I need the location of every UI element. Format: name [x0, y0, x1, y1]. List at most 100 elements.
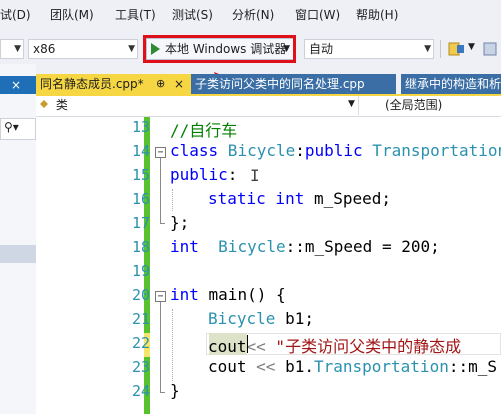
string-literal: "子类访问父类中的静态成: [265, 337, 462, 356]
toolbar-more-icon[interactable]: [482, 41, 498, 57]
code-line-22: cout<< "子类访问父类中的静态成: [208, 333, 461, 357]
tab-static-members[interactable]: 同名静态成员.cpp* ⊕ ×: [36, 74, 191, 94]
code-navigation-bar: 类 ▼ (全局范围): [36, 96, 501, 117]
solution-explorer-panel: [0, 64, 36, 414]
play-icon: [151, 43, 160, 55]
code-line-17: };: [170, 213, 189, 232]
class-name: Bicycle: [208, 309, 276, 328]
code-line-15: public:: [170, 165, 237, 184]
punctuation: :: [295, 141, 305, 160]
line-number: 22: [131, 334, 150, 352]
tab-label: 继承中的构造和析: [405, 77, 501, 91]
class-name: Transportation: [362, 141, 501, 160]
keyword: public: [304, 141, 363, 160]
platform-value: x86: [33, 42, 56, 56]
menu-test[interactable]: 测试(S): [172, 6, 213, 23]
operator: <<: [246, 337, 266, 356]
find-in-files-icon[interactable]: [448, 41, 466, 57]
menu-analyze[interactable]: 分析(N): [232, 6, 274, 23]
menu-debug[interactable]: 试(D): [0, 6, 31, 23]
scope-value: 类: [55, 98, 68, 112]
menu-help[interactable]: 帮助(H): [356, 6, 398, 23]
tab-label: 子类访问父类中的同名处理.cpp: [195, 77, 365, 91]
class-name: Bicycle: [218, 141, 296, 160]
local-debugger-button[interactable]: 本地 Windows 调试器 ▼: [146, 38, 294, 60]
ibeam-cursor-icon: I: [250, 166, 260, 185]
chevron-down-icon[interactable]: ▼: [348, 99, 355, 109]
menu-bar: 试(D) 团队(M) 工具(T) 测试(S) 分析(N) 窗口(W) 帮助(H): [0, 0, 501, 28]
identifier: b1;: [275, 309, 314, 328]
local-debugger-label: 本地 Windows 调试器: [165, 42, 287, 56]
identifier: m_Speed;: [304, 189, 392, 208]
menu-team[interactable]: 团队(M): [50, 6, 94, 23]
outline-line: [160, 302, 161, 392]
keyword: static: [208, 189, 266, 208]
editor-left-margin: [36, 117, 64, 414]
run-mode-value: 自动: [309, 42, 334, 56]
line-number: 23: [131, 358, 150, 376]
code-line-21: Bicycle b1;: [208, 309, 314, 328]
toolbar-divider: [440, 40, 441, 58]
code-line-23: cout << b1.Transportation::m_S: [208, 357, 497, 376]
member-select[interactable]: (全局范围): [358, 96, 501, 115]
line-number: 24: [131, 382, 150, 400]
menu-tools[interactable]: 工具(T): [115, 6, 156, 23]
class-icon: [40, 100, 48, 108]
code-line-13: //自行车: [170, 117, 237, 141]
close-icon[interactable]: ×: [174, 74, 184, 94]
run-mode-select[interactable]: 自动 ▼: [304, 39, 434, 59]
close-icon[interactable]: ×: [11, 76, 21, 94]
search-icon: ⚲▾: [4, 120, 19, 134]
keyword: int: [265, 189, 305, 208]
keyword: public: [170, 165, 228, 184]
comment-text: //自行车: [170, 121, 238, 140]
line-number: 18: [131, 238, 150, 256]
punctuation: };: [170, 213, 190, 232]
punctuation: }: [170, 381, 180, 400]
code-editor[interactable]: 13 14 15 16 17 18 19 20 21 22 23 24 − − …: [36, 117, 501, 414]
code-line-14: class Bicycle:public Transportation: [170, 141, 501, 160]
code-line-20: int main() {: [170, 285, 286, 304]
selected-tree-item[interactable]: [0, 245, 36, 263]
scope-select[interactable]: 类: [38, 96, 68, 115]
chevron-down-icon[interactable]: ▼: [283, 39, 290, 59]
line-number: 15: [131, 166, 150, 184]
tab-subclass-access[interactable]: 子类访问父类中的同名处理.cpp: [191, 74, 396, 94]
keyword: int: [170, 237, 199, 256]
document-tabs: 同名静态成员.cpp* ⊕ × 子类访问父类中的同名处理.cpp 继承中的构造和…: [36, 74, 501, 96]
indent-guide: [172, 189, 173, 211]
collapse-icon[interactable]: −: [155, 291, 166, 302]
line-number: 16: [131, 190, 150, 208]
outline-line: [160, 158, 161, 223]
code-line-18: int Bicycle::m_Speed = 200;: [170, 237, 440, 256]
config-select[interactable]: ▼: [0, 39, 24, 59]
code-line-24: }: [170, 381, 180, 400]
class-name: Bicycle: [198, 237, 286, 256]
chevron-down-icon[interactable]: ▼: [468, 42, 475, 52]
chevron-down-icon: ▼: [14, 44, 21, 54]
pin-icon[interactable]: ⊕: [156, 74, 165, 94]
line-number: 20: [131, 286, 150, 304]
identifier: ::m_S: [448, 357, 497, 376]
operator: <<: [246, 357, 276, 376]
text-caret: [247, 335, 248, 353]
line-number: 14: [131, 142, 150, 160]
line-number: 19: [131, 262, 150, 280]
member-value: (全局范围): [385, 98, 443, 112]
platform-select[interactable]: x86 ▼: [28, 39, 138, 59]
toolbar: ▼ x86 ▼ 本地 Windows 调试器 ▼ 自动 ▼ ▼: [0, 36, 501, 64]
tab-inheritance-ctor[interactable]: 继承中的构造和析: [401, 74, 501, 94]
line-number: 17: [131, 214, 150, 232]
outline-line: [160, 392, 165, 393]
keyword: int: [170, 285, 199, 304]
identifier: ::m_Speed = 200;: [285, 237, 440, 256]
indent-guide: [172, 309, 173, 381]
menu-window[interactable]: 窗口(W): [295, 6, 340, 23]
identifier: main() {: [198, 285, 286, 304]
class-name: Transportation: [313, 357, 449, 376]
chevron-down-icon: ▼: [128, 44, 135, 54]
outline-line: [160, 223, 165, 224]
collapse-icon[interactable]: −: [155, 147, 166, 158]
keyword: class: [170, 141, 219, 160]
punctuation: :: [227, 165, 238, 184]
